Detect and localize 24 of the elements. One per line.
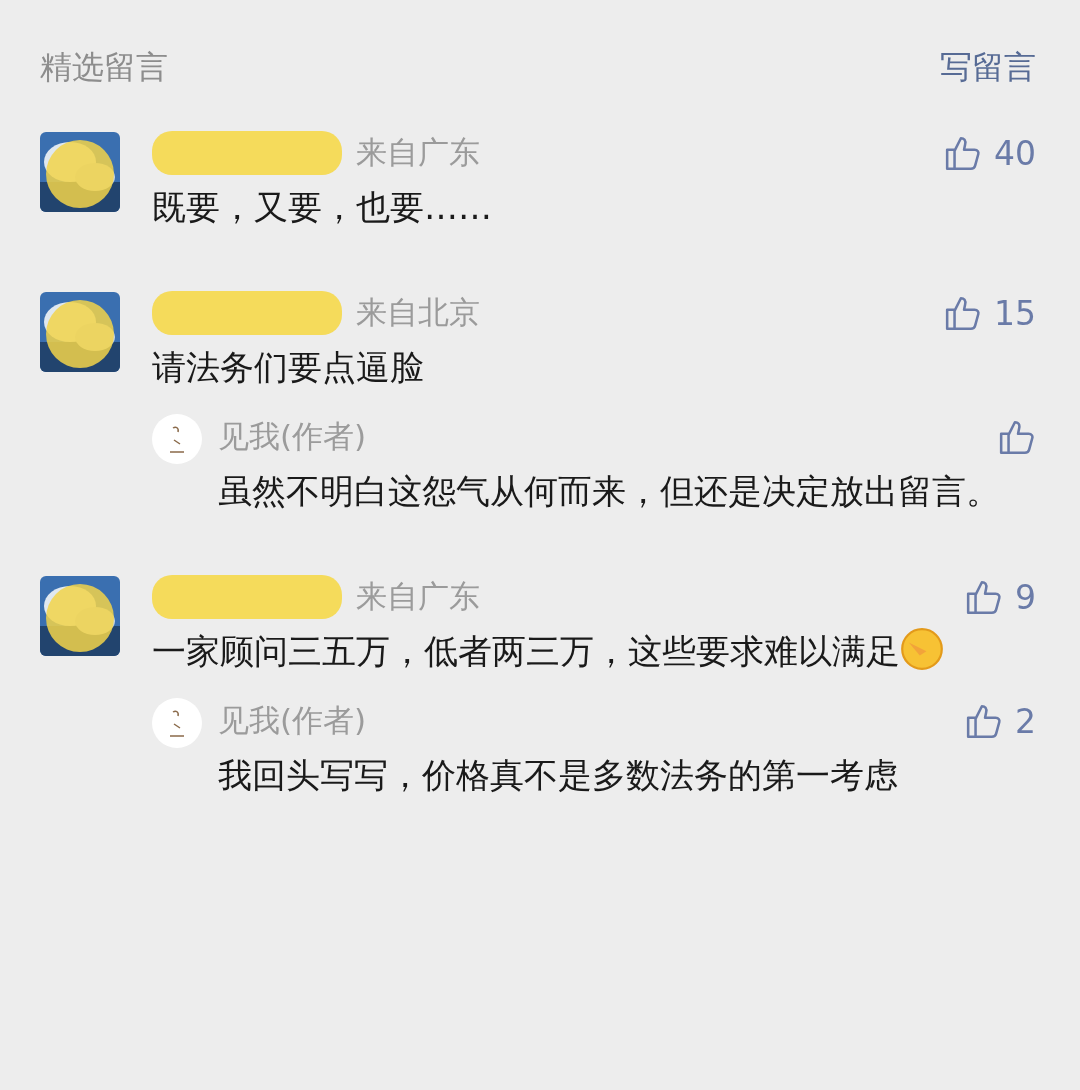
comment-text: 既要，又要，也要…… bbox=[152, 186, 493, 229]
thumbs-up-icon bbox=[965, 702, 1003, 740]
like-button[interactable]: 9 bbox=[965, 577, 1036, 617]
like-button[interactable]: 15 bbox=[944, 293, 1036, 333]
location-label: 来自广东 bbox=[356, 133, 480, 172]
thumbs-up-icon bbox=[944, 134, 982, 172]
comment-text: 请法务们要点逼脸 bbox=[152, 346, 425, 389]
author-name: 见我(作者) bbox=[218, 701, 367, 740]
write-comment-link[interactable]: 写留言 bbox=[940, 46, 1036, 90]
comment-text: 一家顾问三五万，低者两三万，这些要求难以满足 bbox=[152, 622, 1036, 680]
thumbs-up-icon bbox=[944, 294, 982, 332]
reply-text: 虽然不明白这怨气从何而来，但还是决定放出留言。 bbox=[218, 470, 1001, 513]
like-button[interactable] bbox=[998, 418, 1036, 456]
author-avatar bbox=[152, 698, 202, 748]
section-title: 精选留言 bbox=[40, 47, 168, 88]
reply-text: 我回头写写，价格真不是多数法务的第一考虑 bbox=[218, 754, 899, 797]
thumbs-up-icon bbox=[998, 418, 1036, 456]
location-label: 来自广东 bbox=[356, 577, 480, 616]
author-name: 见我(作者) bbox=[218, 417, 367, 456]
like-button[interactable]: 40 bbox=[944, 133, 1036, 173]
location-label: 来自北京 bbox=[356, 293, 480, 332]
author-avatar bbox=[152, 414, 202, 464]
like-button[interactable]: 2 bbox=[965, 701, 1036, 741]
thumbs-up-icon bbox=[965, 578, 1003, 616]
